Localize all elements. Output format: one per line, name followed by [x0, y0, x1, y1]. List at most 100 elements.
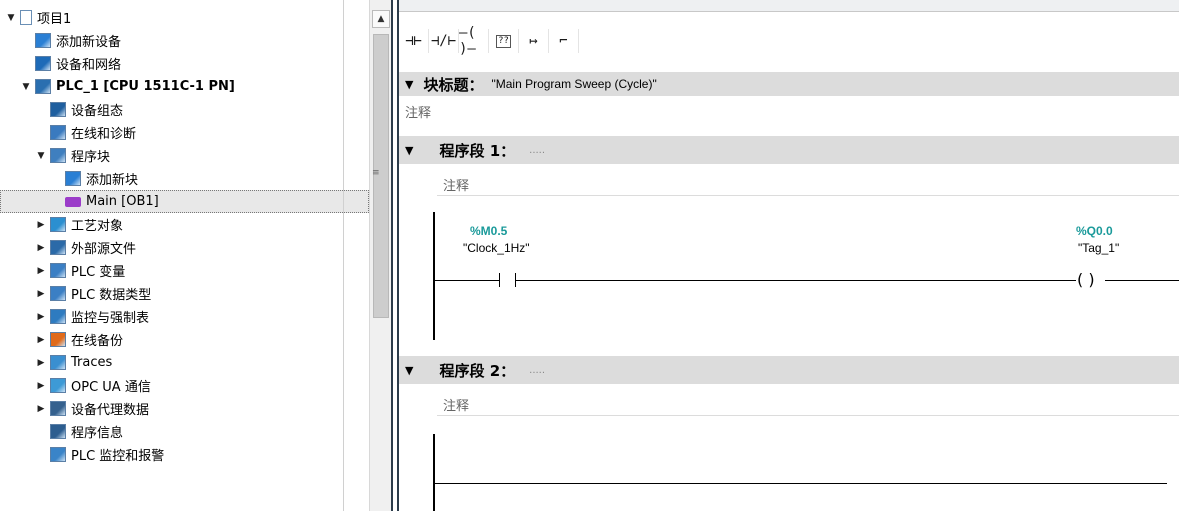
tree-item[interactable]: ▶ 设备代理数据	[0, 397, 369, 420]
traces-icon	[50, 355, 66, 370]
project-tree: ▼ 项目1 添加新设备设备和网络 ▼ PLC_1 [CPU 1511C-1 PN] 设备组…	[0, 0, 369, 511]
collapsed-arrow-icon[interactable]: ▶	[36, 220, 46, 230]
coil-tag[interactable]: "Tag_1"	[1078, 241, 1119, 255]
collapsed-arrow-icon[interactable]: ▶	[36, 266, 46, 276]
contact-address[interactable]: %M0.5	[470, 224, 507, 238]
collapsed-arrow-icon[interactable]: ▶	[36, 358, 46, 368]
network-1-title[interactable]: .....	[529, 145, 545, 156]
scroll-up-icon[interactable]: ▲	[372, 10, 390, 28]
collapse-icon[interactable]: ▼	[405, 144, 413, 157]
open-branch-icon[interactable]: ↦	[519, 29, 549, 53]
program-blocks-folder-icon	[50, 148, 66, 163]
tree-item-label: 项目1	[37, 12, 72, 27]
tree-item[interactable]: PLC 监控和报警	[0, 443, 369, 466]
tree-item[interactable]: ▶ PLC 数据类型	[0, 282, 369, 305]
tree-item-label: PLC 变量	[71, 265, 126, 280]
tree-item[interactable]: 在线和诊断	[0, 121, 369, 144]
collapsed-arrow-icon[interactable]: ▶	[36, 335, 46, 345]
tree-item-label: PLC 监控和报警	[71, 449, 165, 464]
collapsed-arrow-icon[interactable]: ▶	[36, 312, 46, 322]
plc-datatypes-icon	[50, 286, 66, 301]
network-1-label: 程序段 1：	[439, 141, 516, 160]
collapsed-arrow-icon[interactable]: ▶	[36, 404, 46, 414]
collapsed-arrow-icon[interactable]: ▶	[36, 243, 46, 253]
tree-item[interactable]: ▶ OPC UA 通信	[0, 374, 369, 397]
opcua-icon	[50, 378, 66, 393]
rung-wire	[435, 280, 499, 281]
rung-wire	[516, 280, 1076, 281]
tree-item[interactable]: 添加新块	[0, 167, 369, 190]
collapse-icon[interactable]: ▼	[405, 78, 413, 91]
coil-address[interactable]: %Q0.0	[1076, 224, 1113, 238]
block-comment[interactable]: 注释	[405, 102, 431, 121]
nc-contact-icon[interactable]: ⊣/⊢	[429, 29, 459, 53]
ladder-editor: ⊣⊢ ⊣/⊢ –( )– ?? ↦ ⌐ ▼ 块标题： "Main Program…	[399, 0, 1179, 511]
tree-item[interactable]: ▶ 监控与强制表	[0, 305, 369, 328]
device-config-icon	[50, 102, 66, 117]
network-1-header[interactable]: ▼ 程序段 1： .....	[399, 136, 1179, 164]
tree-item-label: 添加新块	[86, 173, 139, 188]
block-title-label: 块标题：	[423, 75, 484, 94]
grip-icon: ≡	[372, 168, 380, 178]
tree-item[interactable]: ▼ 程序块	[0, 144, 369, 167]
tree-column-divider	[343, 0, 344, 511]
collapsed-arrow-icon[interactable]: ▶	[36, 381, 46, 391]
tree-scrollbar[interactable]: ▲ ≡	[369, 0, 391, 511]
close-branch-icon[interactable]: ⌐	[549, 29, 579, 53]
tree-item[interactable]: ▶ 在线备份	[0, 328, 369, 351]
network-2-header[interactable]: ▼ 程序段 2： .....	[399, 356, 1179, 384]
expanded-arrow-icon[interactable]: ▼	[21, 82, 31, 92]
tree-item[interactable]: Main [OB1]	[0, 190, 369, 213]
editor-top-strip	[399, 0, 1179, 12]
collapsed-arrow-icon[interactable]: ▶	[36, 289, 46, 299]
tree-item[interactable]: 添加新设备	[0, 29, 369, 52]
program-info-icon	[50, 424, 66, 439]
block-title-value[interactable]: "Main Program Sweep (Cycle)"	[491, 77, 656, 91]
contact-left-bar[interactable]	[499, 273, 500, 287]
online-diagnostics-icon	[50, 125, 66, 140]
panel-splitter[interactable]	[391, 0, 399, 511]
empty-box-icon[interactable]: ??	[489, 29, 519, 53]
collapse-icon[interactable]: ▼	[405, 364, 413, 377]
expanded-arrow-icon[interactable]: ▼	[36, 151, 46, 161]
device-proxy-icon	[50, 401, 66, 416]
contact-tag[interactable]: "Clock_1Hz"	[463, 241, 530, 255]
project-icon	[20, 10, 32, 25]
network-icon	[35, 56, 51, 71]
rung-wire	[1105, 280, 1179, 281]
tree-item-label: 工艺对象	[71, 219, 124, 234]
add-block-icon	[65, 171, 81, 186]
network-1-comment-box[interactable]: 注释	[437, 170, 1179, 196]
plc-alarms-icon	[50, 447, 66, 462]
tree-item[interactable]: ▼ 项目1	[0, 6, 369, 29]
tree-item-label: PLC 数据类型	[71, 288, 152, 303]
tree-item[interactable]: ▶ Traces	[0, 351, 369, 374]
tree-item[interactable]: ▶ 外部源文件	[0, 236, 369, 259]
tree-item-label: Traces	[71, 355, 113, 370]
tree-item-label: 外部源文件	[71, 242, 137, 257]
network-2-title[interactable]: .....	[529, 365, 545, 376]
expanded-arrow-icon[interactable]: ▼	[6, 13, 16, 23]
tree-item-label: 设备和网络	[56, 58, 122, 73]
tree-item[interactable]: ▼ PLC_1 [CPU 1511C-1 PN]	[0, 75, 369, 98]
tree-item-label: 程序信息	[71, 426, 124, 441]
external-source-icon	[50, 240, 66, 255]
plc-icon	[35, 79, 51, 94]
network-2-comment-box[interactable]: 注释	[437, 390, 1179, 416]
coil-symbol[interactable]: ( )	[1077, 272, 1095, 288]
tree-item[interactable]: 设备和网络	[0, 52, 369, 75]
tree-item-label: 添加新设备	[56, 35, 122, 50]
block-title-bar[interactable]: ▼ 块标题： "Main Program Sweep (Cycle)"	[399, 72, 1179, 96]
tree-item[interactable]: 设备组态	[0, 98, 369, 121]
tree-item[interactable]: ▶ PLC 变量	[0, 259, 369, 282]
tree-item-label: OPC UA 通信	[71, 380, 151, 395]
tree-item-label: Main [OB1]	[86, 194, 159, 209]
tree-item[interactable]: ▶ 工艺对象	[0, 213, 369, 236]
no-contact-icon[interactable]: ⊣⊢	[399, 29, 429, 53]
tree-item-label: 设备组态	[71, 104, 124, 119]
tree-item[interactable]: 程序信息	[0, 420, 369, 443]
tree-item-label: 在线和诊断	[71, 127, 137, 142]
add-device-icon	[35, 33, 51, 48]
ob-block-icon	[65, 196, 81, 207]
coil-icon[interactable]: –( )–	[459, 25, 489, 57]
